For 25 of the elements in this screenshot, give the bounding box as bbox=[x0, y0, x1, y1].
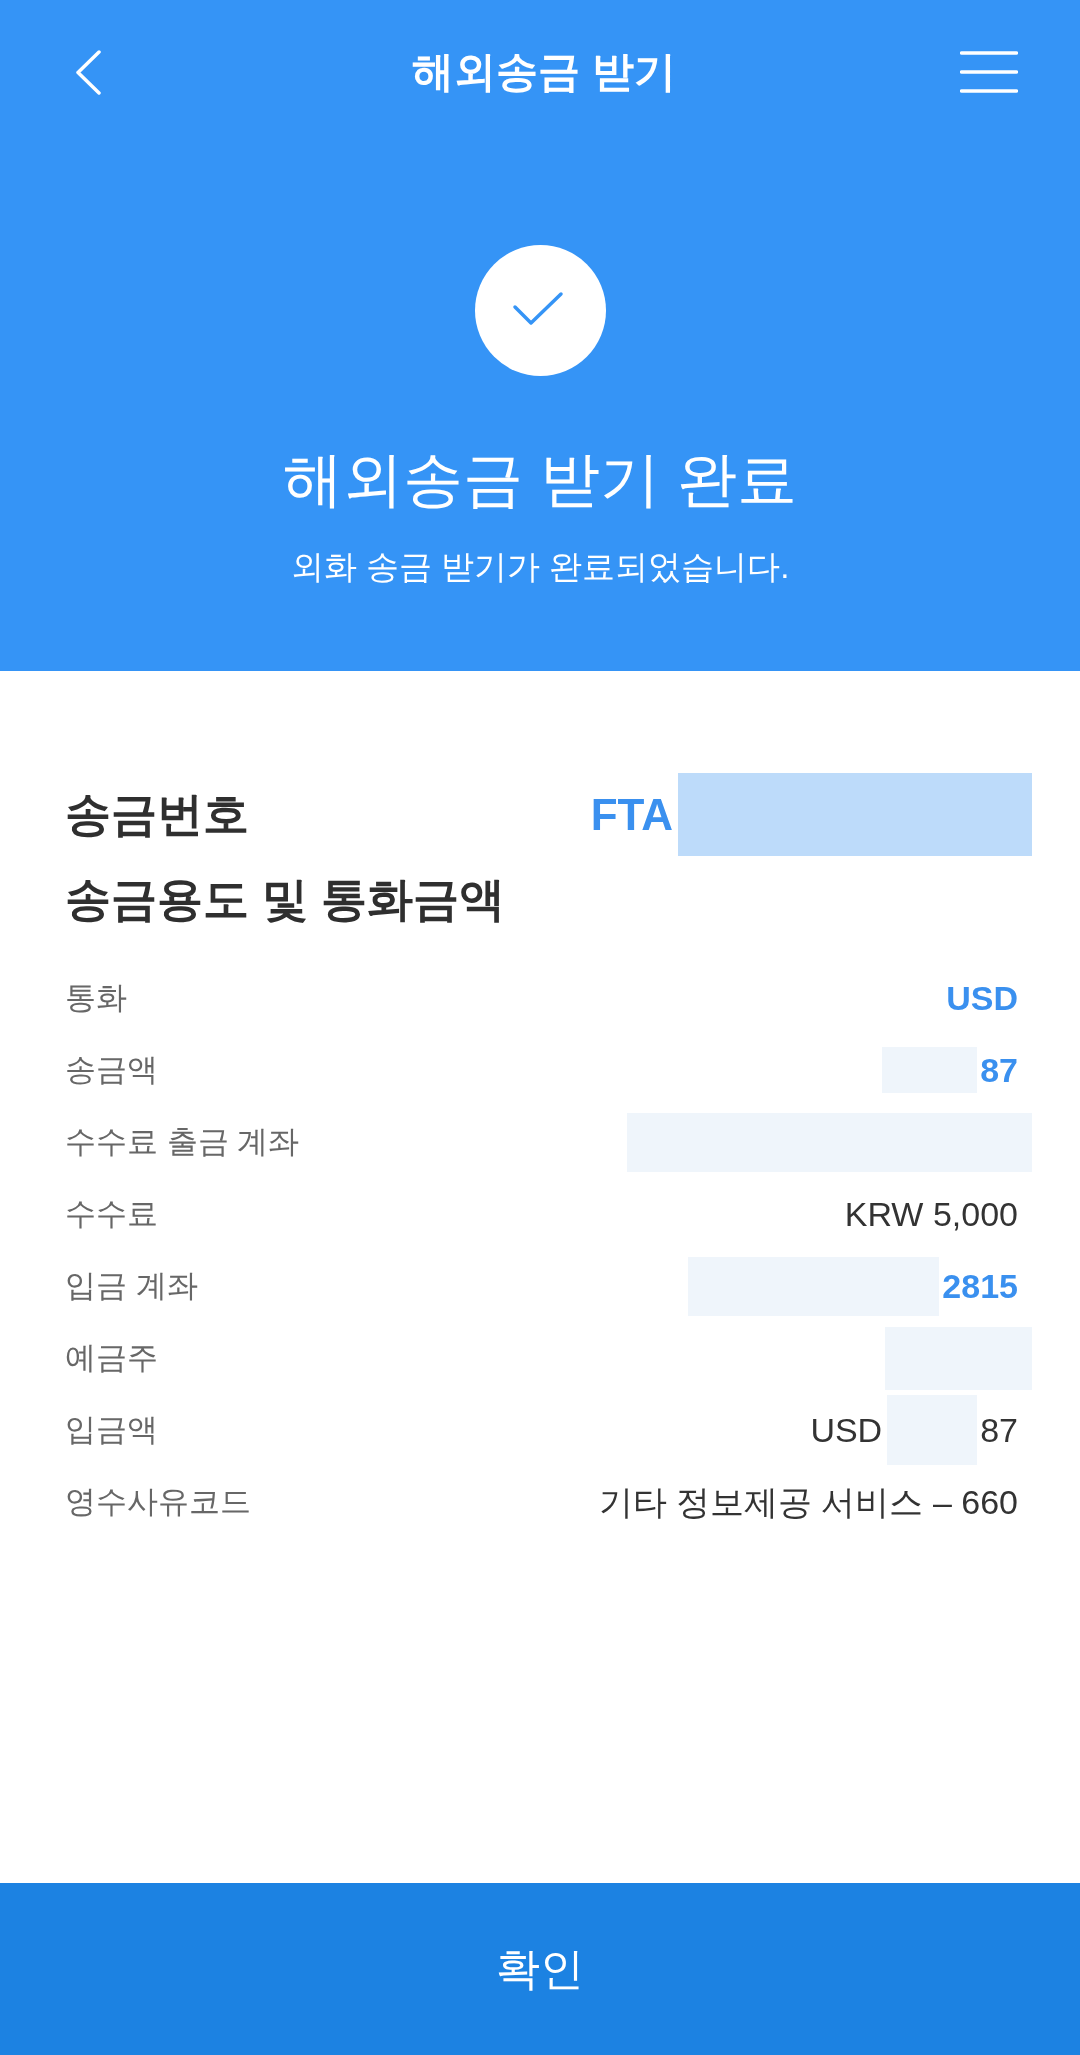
section-title: 송금용도 및 통화금액 bbox=[65, 872, 506, 927]
value-text: USD bbox=[946, 977, 1018, 1019]
confirm-button[interactable]: 확인 bbox=[0, 1883, 1080, 2055]
detail-label: 송금액 bbox=[65, 1050, 158, 1089]
detail-label: 통화 bbox=[65, 978, 127, 1017]
detail-label: 예금주 bbox=[65, 1338, 158, 1377]
completion-title: 해외송금 받기 완료 bbox=[282, 445, 798, 515]
value-text: 87 bbox=[980, 1049, 1018, 1091]
value-text: USD bbox=[810, 1409, 883, 1451]
detail-label: 입금 계좌 bbox=[65, 1266, 198, 1305]
detail-label: 수수료 bbox=[65, 1194, 158, 1233]
detail-label: 입금액 bbox=[65, 1410, 158, 1449]
detail-label: 수수료 출금 계좌 bbox=[65, 1122, 300, 1161]
remittance-number-label: 송금번호 bbox=[65, 787, 249, 842]
back-icon bbox=[74, 49, 102, 95]
value-text: KRW 5,000 bbox=[844, 1193, 1018, 1235]
page-title: 해외송금 받기 bbox=[412, 46, 676, 97]
value-text: 87 bbox=[980, 1409, 1018, 1451]
menu-icon bbox=[960, 51, 1018, 93]
value-text: 2815 bbox=[942, 1265, 1018, 1307]
detail-label: 영수사유코드 bbox=[65, 1482, 251, 1521]
value-text: 기타 정보제공 서비스 – 660 bbox=[598, 1481, 1018, 1523]
check-circle-icon bbox=[474, 245, 606, 376]
value-text: FTA bbox=[590, 788, 673, 841]
completion-message: 외화 송금 받기가 완료되었습니다. bbox=[289, 547, 791, 587]
